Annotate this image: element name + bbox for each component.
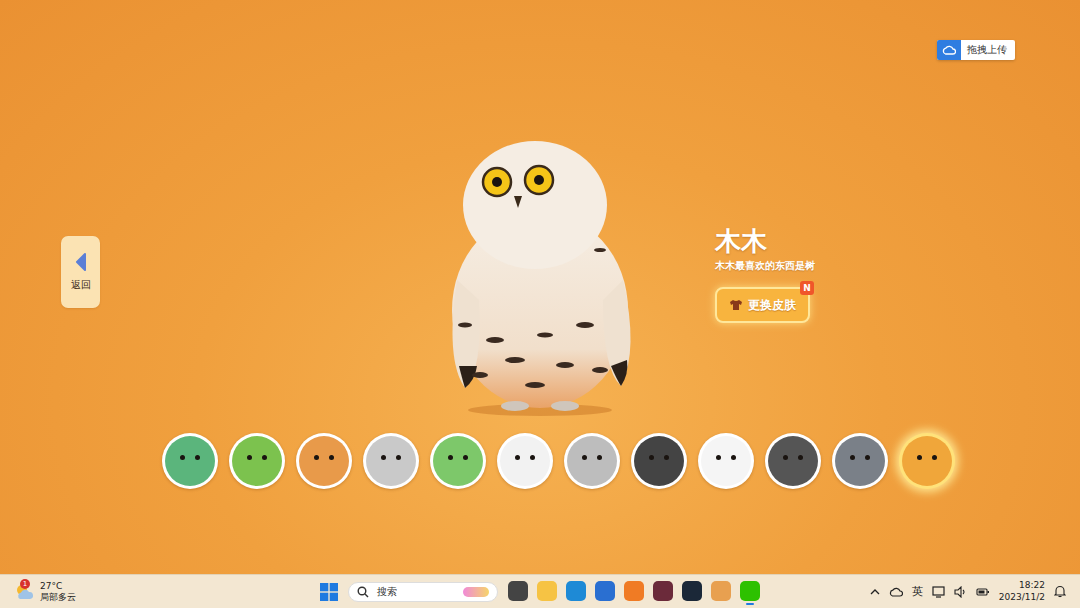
character-face-icon	[701, 436, 751, 486]
taskbar-app[interactable]	[566, 578, 586, 605]
character-avatar[interactable]	[497, 433, 553, 489]
active-indicator	[630, 603, 638, 605]
taskbar-app[interactable]	[624, 578, 644, 605]
character-avatar[interactable]	[162, 433, 218, 489]
network-icon[interactable]	[932, 586, 945, 598]
taskbar-app[interactable]	[537, 578, 557, 605]
character-avatar[interactable]	[899, 433, 955, 489]
upload-button[interactable]: 拖拽上传	[937, 40, 1015, 60]
active-indicator	[746, 603, 754, 605]
character-avatar[interactable]	[698, 433, 754, 489]
app-icon	[711, 581, 731, 601]
character-face-icon	[500, 436, 550, 486]
character-info: 木木木木最喜欢的东西是树更换皮肤N	[715, 226, 1080, 323]
character-face-icon	[232, 436, 282, 486]
upload-label: 拖拽上传	[961, 43, 1015, 57]
stage: 返回木木木木最喜欢的东西是树更换皮肤N	[0, 60, 1080, 420]
clock-time: 18:22	[1019, 580, 1045, 591]
top-bar: 拖拽上传	[0, 0, 1080, 60]
back-label: 返回	[71, 278, 91, 292]
character-avatar[interactable]	[631, 433, 687, 489]
clock-date: 2023/11/2	[999, 592, 1045, 603]
owl-character	[435, 130, 645, 420]
character-face-icon	[433, 436, 483, 486]
app-icon	[740, 581, 760, 601]
character-list	[0, 433, 1080, 489]
active-indicator	[717, 603, 725, 605]
taskbar: 1 27°C局部多云 搜索 英 18:222023/11/2	[0, 574, 1080, 608]
character-avatar[interactable]	[430, 433, 486, 489]
taskbar-app[interactable]	[653, 578, 673, 605]
new-badge: N	[800, 281, 814, 295]
taskbar-app[interactable]	[508, 578, 528, 605]
taskbar-app[interactable]	[740, 578, 760, 605]
back-button[interactable]: 返回	[61, 236, 100, 308]
cloud-icon	[937, 40, 961, 60]
battery-icon[interactable]	[976, 587, 990, 597]
weather-temperature: 27°C	[40, 581, 76, 592]
character-avatar[interactable]	[832, 433, 888, 489]
weather-condition: 局部多云	[40, 592, 76, 603]
weather-widget[interactable]: 1 27°C局部多云	[14, 581, 320, 603]
taskbar-app[interactable]	[682, 578, 702, 605]
chevron-up-icon[interactable]	[870, 588, 880, 596]
change-skin-button[interactable]: 更换皮肤N	[715, 287, 810, 323]
search-placeholder: 搜索	[377, 585, 455, 599]
shirt-icon	[729, 299, 743, 311]
start-icon[interactable]	[320, 583, 338, 601]
character-face-icon	[366, 436, 416, 486]
character-face-icon	[902, 436, 952, 486]
notification-bell-icon[interactable]	[1054, 585, 1066, 598]
character-avatar[interactable]	[765, 433, 821, 489]
character-avatar[interactable]	[296, 433, 352, 489]
taskbar-app[interactable]	[711, 578, 731, 605]
character-avatar[interactable]	[229, 433, 285, 489]
app-icon	[624, 581, 644, 601]
app-icon	[653, 581, 673, 601]
app-icon	[595, 581, 615, 601]
app-icon	[508, 581, 528, 601]
onedrive-icon[interactable]	[889, 587, 903, 597]
character-face-icon	[299, 436, 349, 486]
active-indicator	[601, 603, 609, 605]
active-indicator	[688, 603, 696, 605]
speaker-icon[interactable]	[954, 586, 967, 598]
taskbar-app[interactable]	[595, 578, 615, 605]
input-method[interactable]: 英	[912, 584, 923, 599]
character-face-icon	[567, 436, 617, 486]
weather-badge: 1	[20, 579, 30, 589]
active-indicator	[514, 603, 522, 605]
app-icon	[566, 581, 586, 601]
character-face-icon	[634, 436, 684, 486]
chevron-left-icon	[74, 252, 88, 272]
character-face-icon	[835, 436, 885, 486]
character-name: 木木	[715, 226, 767, 257]
active-indicator	[659, 603, 667, 605]
character-face-icon	[165, 436, 215, 486]
cloud-upload-icon	[942, 45, 956, 55]
clock[interactable]: 18:222023/11/2	[999, 580, 1045, 603]
character-avatar[interactable]	[564, 433, 620, 489]
character-avatar[interactable]	[363, 433, 419, 489]
active-indicator	[543, 603, 551, 605]
character-description: 木木最喜欢的东西是树	[715, 259, 815, 273]
desktop: 拖拽上传返回木木木木最喜欢的东西是树更换皮肤N127°C局部多云搜索英18:22…	[0, 0, 1080, 608]
change-skin-label: 更换皮肤	[748, 297, 796, 314]
search-highlight-icon	[463, 587, 489, 597]
app-icon	[537, 581, 557, 601]
search-box[interactable]: 搜索	[348, 582, 498, 602]
active-indicator	[572, 603, 580, 605]
character-screen: 拖拽上传返回木木木木最喜欢的东西是树更换皮肤N	[0, 0, 1080, 574]
app-icon	[682, 581, 702, 601]
character-face-icon	[768, 436, 818, 486]
search-icon	[357, 586, 369, 598]
